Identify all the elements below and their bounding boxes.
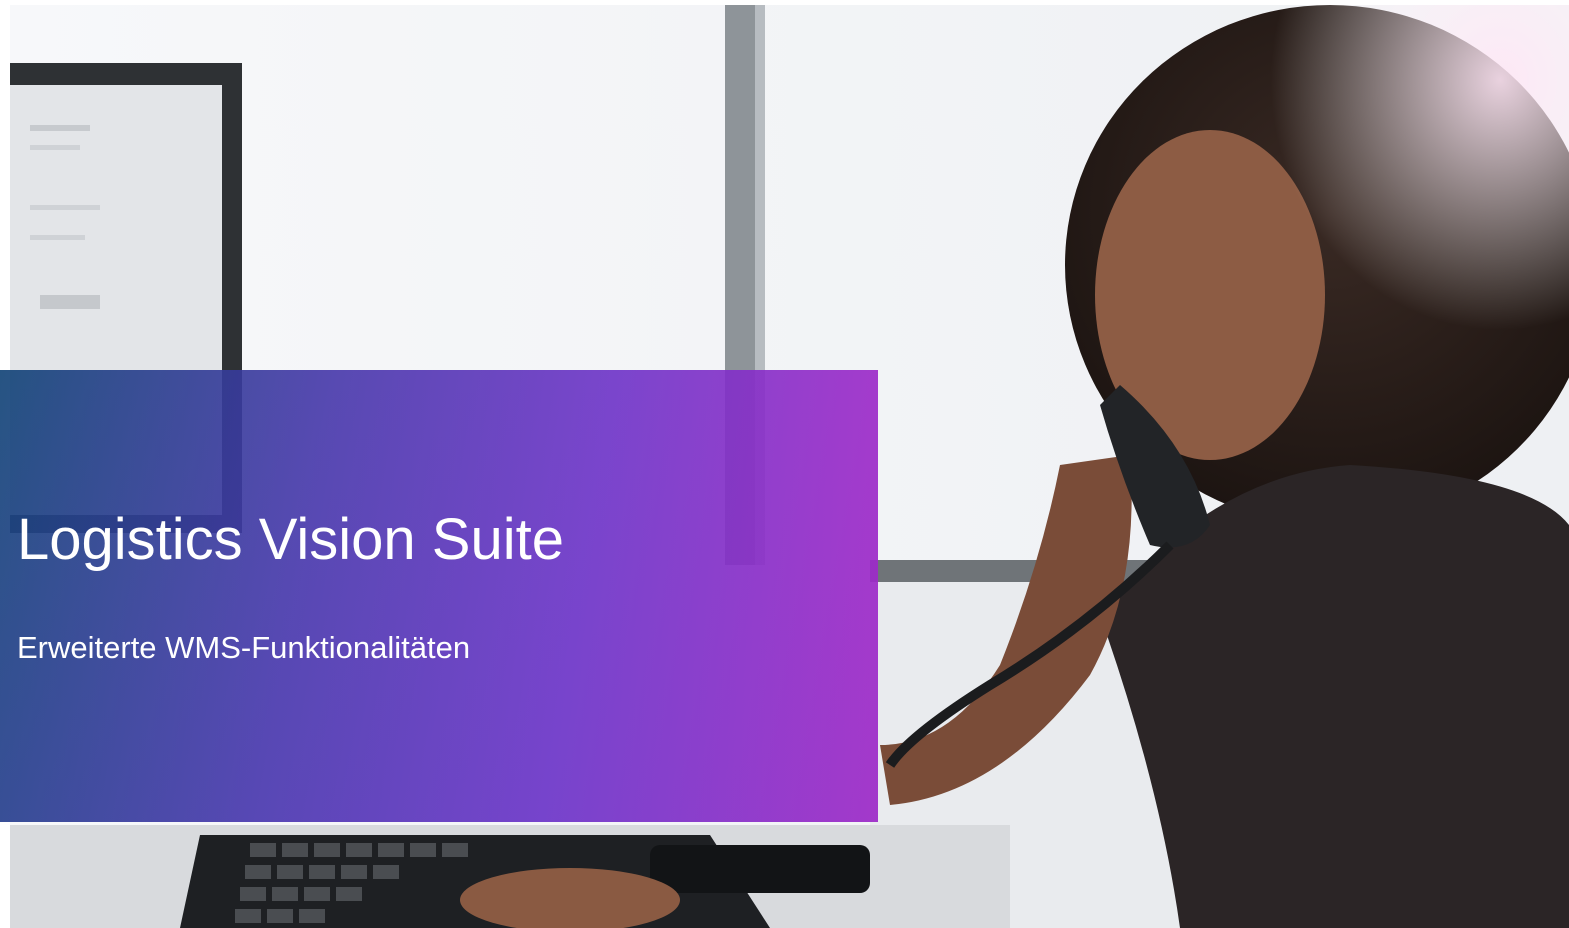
slide-title: Logistics Vision Suite — [17, 507, 565, 572]
title-overlay-band — [0, 370, 878, 822]
slide-subtitle: Erweiterte WMS-Funktionalitäten — [17, 630, 471, 665]
presentation-slide: Logistics Vision Suite Erweiterte WMS-Fu… — [0, 0, 1569, 928]
